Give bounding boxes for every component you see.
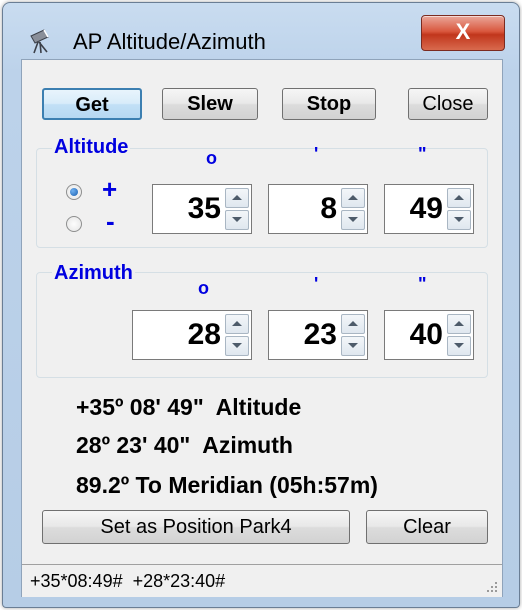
stop-button[interactable]: Stop (282, 88, 376, 120)
azimuth-seconds-stepper[interactable]: 40 (384, 310, 474, 360)
slew-button[interactable]: Slew (162, 88, 258, 120)
altitude-seconds-value[interactable]: 49 (410, 192, 443, 226)
radio-selected-dot (70, 188, 78, 196)
azimuth-seconds-unit: " (418, 274, 427, 294)
altaz-window: AP Altitude/Azimuth X Get Slew Stop Clos… (2, 2, 520, 608)
close-button[interactable]: Close (408, 88, 488, 120)
altitude-degrees-value[interactable]: 35 (188, 192, 221, 226)
chevron-down-icon[interactable] (341, 210, 365, 230)
chevron-up-icon[interactable] (447, 314, 471, 334)
window-title: AP Altitude/Azimuth (73, 29, 266, 54)
altitude-group-label: Altitude (52, 136, 131, 159)
close-icon[interactable]: X (421, 15, 505, 51)
status-bar: +35*08:49# +28*23:40# (22, 564, 502, 597)
azimuth-seconds-value[interactable]: 40 (410, 318, 443, 352)
azimuth-minutes-stepper[interactable]: 23 (268, 310, 368, 360)
altitude-seconds-unit: " (418, 144, 427, 164)
altitude-minus-label: - (106, 206, 115, 236)
resize-grip-icon[interactable] (484, 579, 498, 593)
chevron-up-icon[interactable] (225, 314, 249, 334)
set-park-position-button[interactable]: Set as Position Park4 (42, 510, 350, 544)
altitude-minus-radio[interactable] (66, 216, 82, 232)
altitude-degrees-stepper[interactable]: 35 (152, 184, 252, 234)
altitude-minutes-value[interactable]: 8 (320, 192, 337, 226)
chevron-down-icon[interactable] (225, 336, 249, 356)
chevron-down-icon[interactable] (225, 210, 249, 230)
chevron-up-icon[interactable] (447, 188, 471, 208)
chevron-down-icon[interactable] (447, 210, 471, 230)
altitude-minutes-unit: ' (314, 144, 319, 164)
chevron-down-icon[interactable] (447, 336, 471, 356)
client-area: Get Slew Stop Close Altitude o ' " + - 3… (21, 59, 503, 597)
altitude-plus-radio[interactable] (66, 184, 82, 200)
azimuth-degrees-stepper[interactable]: 28 (132, 310, 252, 360)
altitude-plus-label: + (102, 174, 118, 204)
chevron-up-icon[interactable] (341, 314, 365, 334)
chevron-up-icon[interactable] (225, 188, 249, 208)
azimuth-minutes-value[interactable]: 23 (304, 318, 337, 352)
azimuth-degrees-unit: o (198, 278, 209, 298)
chevron-down-icon[interactable] (341, 336, 365, 356)
azimuth-group-label: Azimuth (52, 262, 135, 285)
altitude-degrees-unit: o (206, 148, 217, 168)
telescope-icon (27, 27, 53, 55)
altitude-readout: +35º 08' 49" Altitude (76, 394, 302, 420)
azimuth-readout: 28º 23' 40" Azimuth (76, 432, 293, 458)
status-text: +35*08:49# +28*23:40# (30, 571, 226, 591)
azimuth-minutes-unit: ' (314, 274, 319, 294)
azimuth-degrees-value[interactable]: 28 (188, 318, 221, 352)
clear-button[interactable]: Clear (366, 510, 488, 544)
altitude-minutes-stepper[interactable]: 8 (268, 184, 368, 234)
altitude-seconds-stepper[interactable]: 49 (384, 184, 474, 234)
meridian-readout: 89.2º To Meridian (05h:57m) (76, 472, 378, 498)
get-button[interactable]: Get (42, 88, 142, 120)
chevron-up-icon[interactable] (341, 188, 365, 208)
